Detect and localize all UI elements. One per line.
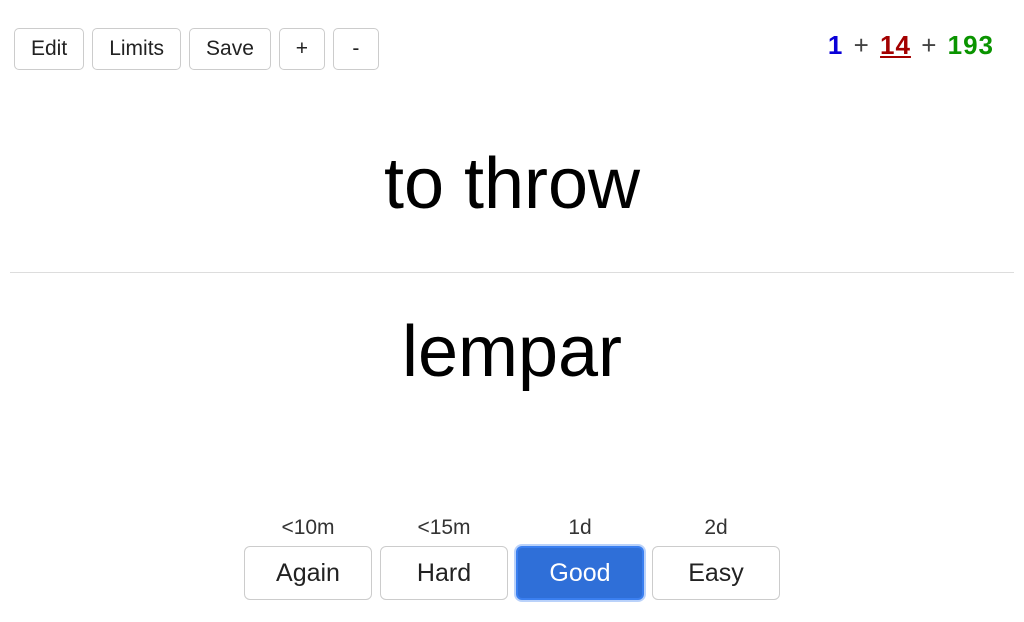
new-count: 1 [828,30,843,60]
save-button[interactable]: Save [189,28,271,70]
zoom-in-button[interactable]: + [279,28,325,70]
good-button[interactable]: Good [516,546,644,600]
again-button[interactable]: Again [244,546,372,600]
plus-separator: + [852,30,872,60]
answer-bar: <10m Again <15m Hard 1d Good 2d Easy [0,516,1024,600]
zoom-out-button[interactable]: - [333,28,379,70]
easy-button[interactable]: Easy [652,546,780,600]
interval-hard: <15m [417,516,470,540]
interval-again: <10m [281,516,334,540]
toolbar: Edit Limits Save + - [14,28,379,70]
answer-option-easy: 2d Easy [652,516,780,600]
answer-option-again: <10m Again [244,516,372,600]
card-back: lempar [0,313,1024,392]
interval-good: 1d [568,516,591,540]
card-divider [10,272,1014,273]
card-area: to throw lempar [0,145,1024,392]
card-counts: 1 + 14 + 193 [828,30,994,61]
limits-button[interactable]: Limits [92,28,181,70]
answer-option-hard: <15m Hard [380,516,508,600]
plus-separator: + [919,30,939,60]
card-front: to throw [0,145,1024,224]
answer-option-good: 1d Good [516,516,644,600]
learning-count: 14 [880,30,911,60]
interval-easy: 2d [704,516,727,540]
hard-button[interactable]: Hard [380,546,508,600]
due-count: 193 [948,30,994,60]
edit-button[interactable]: Edit [14,28,84,70]
